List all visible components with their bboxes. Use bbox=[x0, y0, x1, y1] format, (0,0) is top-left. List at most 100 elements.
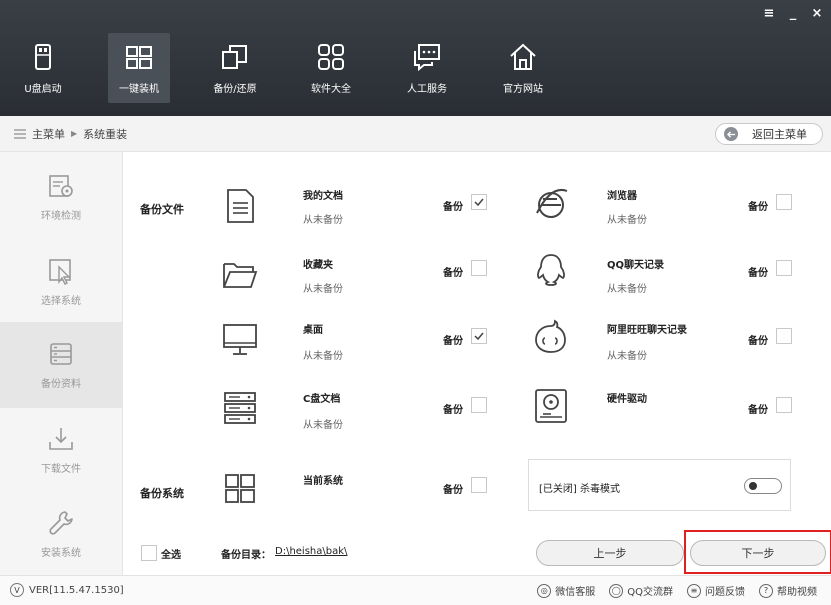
sidebar-item-install-system[interactable]: 安装系统 bbox=[0, 492, 122, 575]
nav-item-label: 软件大全 bbox=[311, 84, 351, 95]
select-all-label: 全选 bbox=[161, 550, 181, 561]
item-name-favorites: 收藏夹 bbox=[303, 260, 333, 271]
backup-label: 备份 bbox=[748, 336, 768, 347]
footer-link-label: 帮助视频 bbox=[777, 587, 817, 598]
windows-icon bbox=[126, 46, 152, 69]
main-nav: U盘启动 一键装机 备份/还原 软件大全 人工服务 官方网站 bbox=[12, 33, 554, 103]
nav-item-label: U盘启动 bbox=[24, 84, 62, 95]
sidebar-item-download-files[interactable]: 下载文件 bbox=[0, 408, 122, 492]
nav-item-label: 人工服务 bbox=[407, 84, 447, 95]
sidebar-item-environment-check[interactable]: 环境检测 bbox=[0, 152, 122, 242]
checkbox-c-drive-documents[interactable] bbox=[471, 397, 487, 413]
item-name-qq-chat: QQ聊天记录 bbox=[607, 260, 665, 271]
step-sidebar: 环境检测 选择系统 备份资料 下载文件 安装系统 bbox=[0, 152, 123, 575]
item-name-aliwangwang-chat: 阿里旺旺聊天记录 bbox=[607, 325, 687, 336]
item-name-desktop: 桌面 bbox=[303, 325, 323, 336]
feedback-icon: ≡ bbox=[687, 583, 701, 598]
back-button-label: 返回主菜单 bbox=[752, 128, 807, 141]
home-icon bbox=[510, 43, 536, 70]
nav-item-one-click-install[interactable]: 一键装机 bbox=[108, 33, 170, 103]
footer-links: ◎ 微信客服 ◯ QQ交流群 ≡ 问题反馈 ? 帮助视频 bbox=[537, 583, 817, 598]
cursor-icon bbox=[49, 259, 71, 285]
version-text: VER[11.5.47.1530] bbox=[29, 584, 124, 596]
checkbox-my-documents[interactable] bbox=[471, 194, 487, 210]
nav-item-software[interactable]: 软件大全 bbox=[300, 33, 362, 103]
menu-icon[interactable]: ≡ bbox=[763, 6, 775, 21]
qq-icon bbox=[537, 254, 565, 286]
backup-panel: 备份文件 我的文档 从未备份 备份 浏览器 从未备份 备份 收藏夹 从未备份 备… bbox=[123, 152, 831, 575]
sidebar-item-label: 选择系统 bbox=[41, 296, 81, 307]
footer-link-label: 微信客服 bbox=[555, 587, 596, 598]
highlight-annotation bbox=[684, 530, 831, 574]
usb-icon bbox=[35, 44, 51, 70]
nav-item-label: 备份/还原 bbox=[213, 84, 257, 95]
nav-item-service[interactable]: 人工服务 bbox=[396, 33, 458, 103]
backup-label: 备份 bbox=[748, 268, 768, 279]
item-status: 从未备份 bbox=[607, 351, 647, 362]
check-environment-icon bbox=[49, 175, 73, 197]
wrench-icon bbox=[49, 510, 73, 535]
checkbox-current-system[interactable] bbox=[471, 477, 487, 493]
previous-step-button[interactable]: 上一步 bbox=[536, 540, 684, 566]
backup-directory-link[interactable]: D:\heisha\bak\ bbox=[275, 546, 347, 557]
help-video-link[interactable]: ? 帮助视频 bbox=[759, 583, 817, 598]
copy-icon bbox=[222, 45, 247, 69]
sidebar-item-label: 备份资料 bbox=[41, 379, 81, 390]
close-button[interactable]: × bbox=[811, 6, 823, 21]
checkbox-hardware-drivers[interactable] bbox=[776, 397, 792, 413]
item-status: 从未备份 bbox=[303, 284, 343, 295]
antivirus-mode-label: [已关闭] 杀毒模式 bbox=[539, 484, 620, 495]
backup-label: 备份 bbox=[443, 336, 463, 347]
monitor-icon bbox=[223, 324, 257, 355]
section-label-backup-system: 备份系统 bbox=[140, 487, 184, 500]
folder-icon bbox=[223, 263, 258, 288]
item-status: 从未备份 bbox=[303, 420, 343, 431]
checkbox-qq-chat[interactable] bbox=[776, 260, 792, 276]
checkbox-aliwangwang-chat[interactable] bbox=[776, 328, 792, 344]
checkbox-desktop[interactable] bbox=[471, 328, 487, 344]
return-icon bbox=[724, 127, 738, 141]
back-to-main-menu-button[interactable]: 返回主菜单 bbox=[715, 123, 823, 145]
window-controls: ≡ _ × bbox=[763, 6, 823, 21]
nav-item-label: 一键装机 bbox=[119, 84, 159, 95]
breadcrumb-separator-icon: ▶ bbox=[71, 129, 78, 138]
feedback-link[interactable]: ≡ 问题反馈 bbox=[687, 583, 745, 598]
top-bar: ≡ _ × U盘启动 一键装机 备份/还原 软件大全 人工服务 官方网站 bbox=[0, 0, 831, 116]
nav-item-website[interactable]: 官方网站 bbox=[492, 33, 554, 103]
nav-item-backup-restore[interactable]: 备份/还原 bbox=[204, 33, 266, 103]
help-icon: ? bbox=[759, 583, 773, 598]
backup-label: 备份 bbox=[443, 268, 463, 279]
item-name-c-drive-documents: C盘文档 bbox=[303, 394, 341, 405]
item-name-current-system: 当前系统 bbox=[303, 476, 343, 487]
breadcrumb-root[interactable]: 主菜单 bbox=[32, 126, 65, 142]
item-name-hardware-drivers: 硬件驱动 bbox=[607, 394, 647, 405]
sidebar-item-label: 安装系统 bbox=[41, 547, 81, 559]
antivirus-mode-panel: [已关闭] 杀毒模式 bbox=[528, 459, 791, 511]
check-icon bbox=[474, 332, 484, 341]
qq-group-link[interactable]: ◯ QQ交流群 bbox=[609, 583, 673, 598]
toggle-knob bbox=[749, 482, 757, 490]
sidebar-item-backup-data[interactable]: 备份资料 bbox=[0, 322, 122, 408]
wechat-icon: ◎ bbox=[537, 583, 552, 598]
backup-label: 备份 bbox=[443, 202, 463, 213]
nav-item-usb[interactable]: U盘启动 bbox=[12, 33, 74, 103]
qq-group-icon: ◯ bbox=[609, 583, 624, 598]
list-icon bbox=[14, 128, 26, 139]
backup-icon bbox=[50, 343, 72, 365]
minimize-button[interactable]: _ bbox=[787, 6, 799, 21]
sidebar-item-select-system[interactable]: 选择系统 bbox=[0, 242, 122, 322]
select-all-checkbox[interactable] bbox=[141, 545, 157, 561]
breadcrumb-current: 系统重装 bbox=[83, 127, 128, 141]
wechat-support-link[interactable]: ◎ 微信客服 bbox=[537, 583, 595, 598]
footer: V VER[11.5.47.1530] ◎ 微信客服 ◯ QQ交流群 ≡ 问题反馈 ?… bbox=[0, 575, 831, 605]
sidebar-item-label: 环境检测 bbox=[41, 211, 81, 222]
item-status: 从未备份 bbox=[607, 215, 647, 226]
checkbox-browser[interactable] bbox=[776, 194, 792, 210]
antivirus-mode-toggle[interactable] bbox=[744, 478, 782, 494]
backup-directory-label: 备份目录： bbox=[221, 550, 271, 561]
version-info: V VER[11.5.47.1530] bbox=[10, 583, 124, 597]
browser-icon bbox=[536, 189, 568, 218]
checkbox-favorites[interactable] bbox=[471, 260, 487, 276]
version-icon: V bbox=[10, 583, 24, 597]
backup-label: 备份 bbox=[748, 405, 768, 416]
